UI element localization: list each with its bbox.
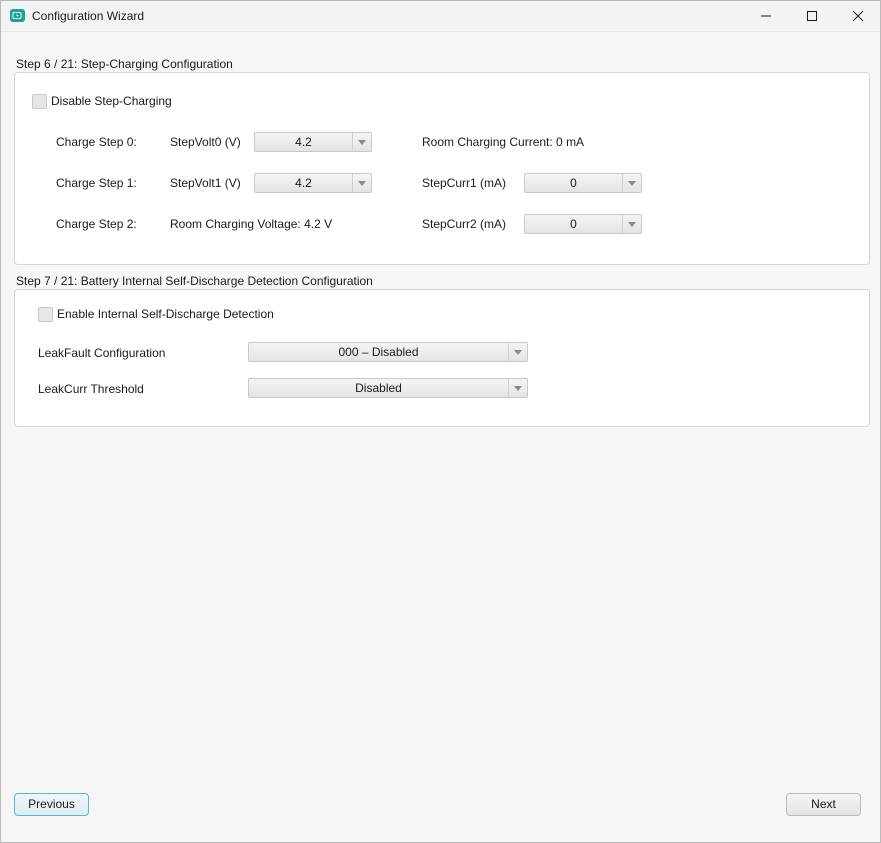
stepvolt1-select[interactable]: 4.2 <box>254 173 372 193</box>
leakfault-label: LeakFault Configuration <box>38 346 166 360</box>
leakfault-value: 000 – Disabled <box>338 345 419 359</box>
chevron-down-icon[interactable] <box>352 133 371 151</box>
previous-button[interactable]: Previous <box>14 793 89 816</box>
close-icon <box>852 10 864 22</box>
chevron-down-icon[interactable] <box>622 174 641 192</box>
chevron-down-icon[interactable] <box>508 343 527 361</box>
configuration-wizard-window: Configuration Wizard Step 6 / 21: Step-C… <box>0 0 881 843</box>
stepvolt0-value: 4.2 <box>295 135 312 149</box>
checkbox-box[interactable] <box>32 94 47 109</box>
step7-group: Enable Internal Self-Discharge Detection… <box>14 289 870 427</box>
chevron-down-icon[interactable] <box>352 174 371 192</box>
stepvolt0-select[interactable]: 4.2 <box>254 132 372 152</box>
charge-step-2-label: Charge Step 2: <box>56 217 137 231</box>
stepcurr1-label: StepCurr1 (mA) <box>422 176 507 190</box>
leakcurr-label: LeakCurr Threshold <box>38 382 144 396</box>
leakcurr-select[interactable]: Disabled <box>248 378 528 398</box>
room-charging-current-text: Room Charging Current: 0 mA <box>422 135 585 149</box>
stepcurr1-value: 0 <box>570 176 577 190</box>
checkbox-label: Enable Internal Self-Discharge Detection <box>57 307 274 321</box>
leakcurr-value: Disabled <box>355 381 402 395</box>
checkbox-label: Disable Step-Charging <box>51 94 172 108</box>
stepcurr2-value: 0 <box>570 217 577 231</box>
step6-title: Step 6 / 21: Step-Charging Configuration <box>16 57 233 71</box>
maximize-button[interactable] <box>789 1 835 31</box>
stepvolt0-label: StepVolt0 (V) <box>170 135 241 149</box>
chevron-down-icon[interactable] <box>622 215 641 233</box>
step7-title: Step 7 / 21: Battery Internal Self-Disch… <box>16 274 373 288</box>
stepcurr2-select[interactable]: 0 <box>524 214 642 234</box>
stepcurr1-select[interactable]: 0 <box>524 173 642 193</box>
room-charging-voltage-text: Room Charging Voltage: 4.2 V <box>170 217 333 231</box>
next-button[interactable]: Next <box>786 793 861 816</box>
battery-charge-icon <box>10 9 25 22</box>
window-title: Configuration Wizard <box>32 9 145 23</box>
minimize-icon <box>761 15 771 17</box>
charge-step-0-label: Charge Step 0: <box>56 135 137 149</box>
maximize-icon <box>807 11 817 21</box>
title-bar: Configuration Wizard <box>1 1 880 32</box>
minimize-button[interactable] <box>743 1 789 31</box>
step6-group: Disable Step-Charging Charge Step 0: Ste… <box>14 72 870 265</box>
checkbox-box[interactable] <box>38 307 53 322</box>
leakfault-select[interactable]: 000 – Disabled <box>248 342 528 362</box>
stepvolt1-label: StepVolt1 (V) <box>170 176 241 190</box>
stepvolt1-value: 4.2 <box>295 176 312 190</box>
stepcurr2-label: StepCurr2 (mA) <box>422 217 507 231</box>
chevron-down-icon[interactable] <box>508 379 527 397</box>
close-button[interactable] <box>835 1 881 31</box>
charge-step-1-label: Charge Step 1: <box>56 176 137 190</box>
